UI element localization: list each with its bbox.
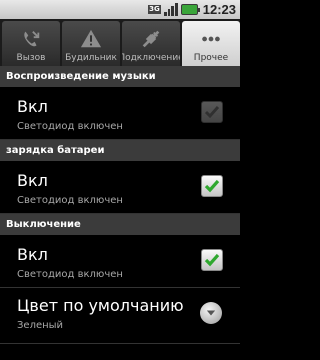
tab-alarm[interactable]: Будильник <box>62 21 120 66</box>
tab-connection[interactable]: Подключение <box>122 21 180 66</box>
music-led-checkbox[interactable] <box>201 101 223 123</box>
clock: 12:23 <box>202 2 236 17</box>
tab-label: Прочее <box>193 53 229 63</box>
tab-label: Вызов <box>16 53 46 63</box>
status-bar: 3G 12:23 <box>0 0 240 19</box>
warning-icon <box>79 27 103 51</box>
row-title: Вкл <box>17 245 48 264</box>
tab-other[interactable]: Прочее <box>182 21 240 66</box>
charging-led-checkbox[interactable] <box>201 175 223 197</box>
phone-missed-icon <box>19 27 43 51</box>
row-title: Вкл <box>17 97 48 116</box>
tab-label: Будильник <box>65 53 117 63</box>
settings-list: Воспроизведение музыки Вкл Светодиод вкл… <box>0 66 240 344</box>
setting-row-music[interactable]: Вкл Светодиод включен <box>0 87 240 140</box>
row-subtitle: Светодиод включен <box>17 121 123 132</box>
network-type-icon: 3G <box>148 5 161 14</box>
row-subtitle: Светодиод включен <box>17 269 123 280</box>
signal-icon <box>163 3 178 16</box>
more-dots-icon <box>199 27 223 51</box>
check-icon <box>204 106 220 119</box>
check-icon <box>204 253 220 267</box>
dropdown-button[interactable] <box>200 302 222 324</box>
check-icon <box>204 179 220 193</box>
setting-row-shutdown[interactable]: Вкл Светодиод включен <box>0 235 240 288</box>
row-subtitle: Светодиод включен <box>17 195 123 206</box>
row-title: Вкл <box>17 171 48 190</box>
row-title: Цвет по умолчанию <box>17 296 184 315</box>
chevron-down-icon <box>206 310 216 316</box>
shutdown-led-checkbox[interactable] <box>201 249 223 271</box>
section-header-music: Воспроизведение музыки <box>0 66 240 87</box>
plug-icon <box>139 27 163 51</box>
battery-icon <box>180 4 200 15</box>
section-header-charging: зарядка батареи <box>0 140 240 161</box>
section-header-shutdown: Выключение <box>0 214 240 235</box>
tab-label: Подключение <box>122 53 180 63</box>
tab-call[interactable]: Вызов <box>2 21 60 66</box>
tab-bar: Вызов Будильник Подключение <box>0 19 240 66</box>
setting-row-default-color[interactable]: Цвет по умолчанию Зеленый <box>0 288 240 344</box>
setting-row-charging[interactable]: Вкл Светодиод включен <box>0 161 240 214</box>
row-subtitle: Зеленый <box>17 320 64 331</box>
